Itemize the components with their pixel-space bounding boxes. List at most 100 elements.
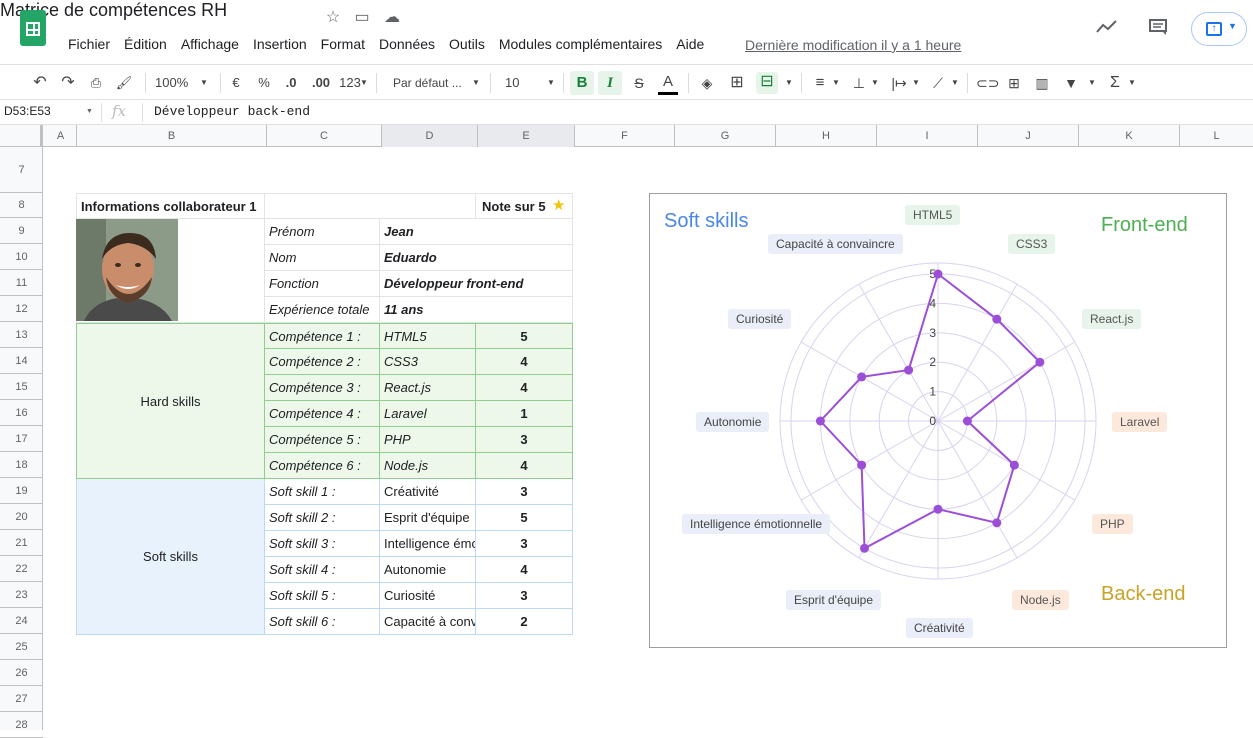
menu-1[interactable]: Édition [124,36,174,56]
column-header-I[interactable]: I [877,125,978,147]
row-header-18[interactable]: 18 [0,452,43,478]
chevron-down-icon[interactable]: ▼ [950,73,960,93]
align-left-icon[interactable]: ≡ [810,73,830,93]
paint-format-icon[interactable]: 🖌 [114,73,134,93]
row-header-22[interactable]: 22 [0,556,43,582]
hard-skill-name-cell[interactable]: Laravel [380,401,476,427]
insert-comment-icon[interactable]: ⊞ [1004,73,1024,93]
hard-skill-label-cell[interactable]: Compétence 1 : [265,323,380,349]
row-header-8[interactable]: 8 [0,193,43,218]
chevron-down-icon[interactable]: ▼ [831,73,841,93]
row-header-21[interactable]: 21 [0,530,43,556]
merge-cells-icon[interactable]: ⊟ [756,72,778,94]
cloud-status-icon[interactable]: ☁ [383,9,401,27]
row-header-12[interactable]: 12 [0,296,43,322]
hard-skill-name-cell[interactable]: HTML5 [380,323,476,349]
menu-5[interactable]: Données [379,36,442,56]
soft-skill-name-cell[interactable]: Autonomie [380,557,476,583]
document-title[interactable]: Matrice de compétences RH [0,0,1253,21]
column-header-J[interactable]: J [978,125,1079,147]
chevron-down-icon[interactable]: ▼ [784,73,794,93]
row-header-27[interactable]: 27 [0,686,43,712]
info-value-cell[interactable]: Eduardo [380,245,573,271]
hard-skill-score-cell[interactable]: 4 [476,375,573,401]
chevron-down-icon[interactable]: ▼ [546,73,556,93]
column-header-K[interactable]: K [1079,125,1180,147]
soft-skill-label-cell[interactable]: Soft skill 2 : [265,505,380,531]
hard-skill-name-cell[interactable]: React.js [380,375,476,401]
zoom-select[interactable]: 100% [155,73,193,93]
sheets-logo[interactable] [20,10,46,46]
info-value-cell[interactable]: Développeur front-end [380,271,573,297]
strikethrough-button[interactable]: S [630,73,648,93]
star-icon[interactable]: ☆ [324,9,342,27]
text-wrap-icon[interactable]: |↦ [890,73,908,93]
menu-6[interactable]: Outils [449,36,492,56]
soft-skill-name-cell[interactable]: Curiosité [380,583,476,609]
bold-button[interactable]: B [570,71,594,95]
soft-skill-score-cell[interactable]: 2 [476,609,573,635]
move-folder-icon[interactable]: ▭ [353,9,371,27]
menu-8[interactable]: Aide [676,36,711,56]
more-formats-button[interactable]: 123 [338,73,362,93]
vertical-align-icon[interactable]: ⊥ [850,73,868,93]
menu-4[interactable]: Format [321,36,372,56]
info-label-cell[interactable]: Nom [265,245,380,271]
hard-skill-name-cell[interactable]: Node.js [380,453,476,479]
soft-skill-score-cell[interactable]: 3 [476,531,573,557]
column-header-E[interactable]: E [478,125,575,147]
row-header-20[interactable]: 20 [0,504,43,530]
percent-format-button[interactable]: % [256,73,272,93]
chevron-down-icon[interactable]: ▼ [360,73,368,93]
hard-skill-label-cell[interactable]: Compétence 5 : [265,427,380,453]
info-label-cell[interactable]: Prénom [265,219,380,245]
filter-icon[interactable]: ▼ [1062,73,1080,93]
comments-icon[interactable] [1148,18,1168,36]
hard-skill-label-cell[interactable]: Compétence 3 : [265,375,380,401]
menu-2[interactable]: Affichage [181,36,246,56]
header-title-cell[interactable]: Informations collaborateur 1 [76,193,265,219]
row-header-28[interactable]: 28 [0,712,43,738]
column-header-G[interactable]: G [675,125,776,147]
column-header-A[interactable]: A [45,125,77,147]
chevron-down-icon[interactable]: ▼ [870,73,880,93]
info-label-cell[interactable]: Expérience totale [265,297,380,323]
row-header-11[interactable]: 11 [0,270,43,296]
soft-skill-name-cell[interactable]: Intelligence émo [380,531,476,557]
font-size-select[interactable]: 10 [505,73,525,93]
soft-skill-label-cell[interactable]: Soft skill 3 : [265,531,380,557]
functions-icon[interactable]: Σ [1106,73,1124,93]
info-value-cell[interactable]: Jean [380,219,573,245]
soft-skills-group-cell[interactable]: Soft skills [76,479,265,635]
name-box[interactable]: D53:E53 [4,104,51,118]
soft-skill-label-cell[interactable]: Soft skill 1 : [265,479,380,505]
fill-color-icon[interactable]: ◈ [697,73,717,93]
column-header-L[interactable]: L [1180,125,1253,147]
hard-skill-name-cell[interactable]: PHP [380,427,476,453]
column-header-B[interactable]: B [77,125,267,147]
row-header-15[interactable]: 15 [0,374,43,400]
hard-skill-name-cell[interactable]: CSS3 [380,349,476,375]
soft-skill-label-cell[interactable]: Soft skill 6 : [265,609,380,635]
soft-skill-score-cell[interactable]: 4 [476,557,573,583]
text-rotation-icon[interactable]: ⟋ [928,73,948,93]
hard-skill-label-cell[interactable]: Compétence 2 : [265,349,380,375]
share-button[interactable]: ↑ ▼ [1191,12,1247,46]
chevron-down-icon[interactable]: ▼ [911,73,921,93]
empty-cell[interactable] [265,193,476,219]
formula-input[interactable]: Développeur back-end [154,104,310,119]
row-header-16[interactable]: 16 [0,400,43,426]
row-header-19[interactable]: 19 [0,478,43,504]
hard-skill-score-cell[interactable]: 4 [476,349,573,375]
insert-link-icon[interactable]: ⊂⊃ [976,73,999,93]
menu-7[interactable]: Modules complémentaires [499,36,669,56]
chevron-down-icon[interactable]: ▼ [199,73,209,93]
hard-skill-label-cell[interactable]: Compétence 6 : [265,453,380,479]
menu-0[interactable]: Fichier [68,36,117,56]
column-header-C[interactable]: C [267,125,382,147]
chevron-down-icon[interactable]: ▼ [1127,73,1137,93]
soft-skill-name-cell[interactable]: Créativité [380,479,476,505]
soft-skill-label-cell[interactable]: Soft skill 5 : [265,583,380,609]
soft-skill-name-cell[interactable]: Esprit d'équipe [380,505,476,531]
soft-skill-label-cell[interactable]: Soft skill 4 : [265,557,380,583]
